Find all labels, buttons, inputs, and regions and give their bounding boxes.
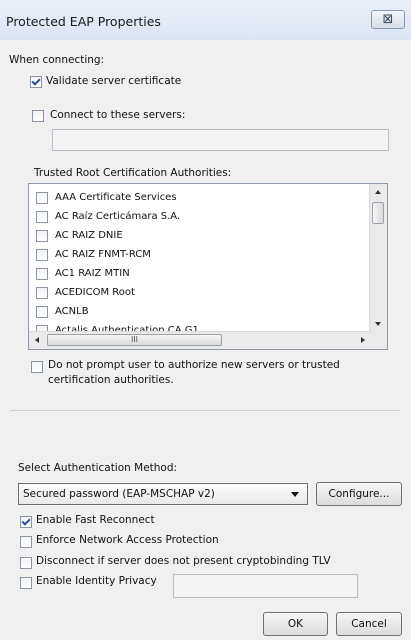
ca-label: AC RAIZ FNMT-RCM [55, 249, 151, 260]
ca-label: ACEDICOM Root [55, 287, 135, 298]
ca-checkbox[interactable] [36, 286, 48, 299]
auth-method-heading: Select Authentication Method: [18, 462, 178, 474]
vertical-scrollbar[interactable] [369, 184, 387, 332]
scrollbar-corner [370, 332, 387, 349]
horizontal-scrollbar[interactable]: III [29, 331, 371, 349]
nap-label: Enforce Network Access Protection [36, 534, 219, 546]
fast-reconnect-label: Enable Fast Reconnect [36, 514, 155, 526]
no-prompt-checkbox[interactable] [31, 361, 43, 373]
scroll-right-icon[interactable] [361, 337, 365, 343]
connect-servers-checkbox[interactable] [32, 110, 44, 122]
ok-button[interactable]: OK [263, 612, 328, 636]
list-item[interactable]: AC Raíz Certicámara S.A. [29, 207, 369, 226]
ca-checkbox[interactable] [36, 210, 48, 223]
servers-input[interactable] [52, 129, 389, 151]
close-button[interactable]: ⊠ [371, 10, 405, 29]
connect-servers-label: Connect to these servers: [50, 109, 186, 121]
when-connecting-heading: When connecting: [9, 54, 105, 66]
title-bar: Protected EAP Properties ⊠ [0, 0, 411, 40]
window-title: Protected EAP Properties [6, 14, 161, 29]
chevron-down-icon [291, 492, 299, 497]
identity-privacy-input[interactable] [173, 574, 358, 598]
list-item[interactable]: AC RAIZ FNMT-RCM [29, 245, 369, 264]
ca-label: AC Raíz Certicámara S.A. [55, 211, 181, 222]
ca-checkbox[interactable] [36, 248, 48, 261]
validate-cert-label: Validate server certificate [46, 75, 182, 87]
vertical-scroll-thumb[interactable] [372, 202, 384, 224]
list-item[interactable]: ACNLB [29, 302, 369, 321]
ca-label: AC1 RAIZ MTIN [55, 268, 130, 279]
scroll-up-icon[interactable] [375, 190, 381, 194]
horizontal-scroll-thumb[interactable]: III [47, 334, 222, 346]
section-divider [10, 410, 400, 411]
cancel-button[interactable]: Cancel [336, 612, 402, 636]
ca-label: AAA Certificate Services [55, 192, 177, 203]
ca-label: ACNLB [55, 306, 89, 317]
list-item[interactable]: AC RAIZ DNIE [29, 226, 369, 245]
no-prompt-label-line2: certification authorities. [48, 374, 174, 386]
cryptobinding-label: Disconnect if server does not present cr… [36, 555, 331, 567]
scroll-down-icon[interactable] [375, 322, 381, 326]
auth-method-value: Secured password (EAP-MSCHAP v2) [23, 488, 215, 500]
list-item[interactable]: ACEDICOM Root [29, 283, 369, 302]
trusted-ca-list[interactable]: AAA Certificate Services AC Raíz Certicá… [28, 183, 388, 350]
no-prompt-label-line1: Do not prompt user to authorize new serv… [48, 359, 340, 371]
ca-checkbox[interactable] [36, 305, 48, 318]
identity-privacy-checkbox[interactable] [20, 577, 32, 589]
eap-properties-dialog: Protected EAP Properties ⊠ When connecti… [0, 0, 411, 640]
validate-cert-checkbox[interactable] [30, 76, 42, 88]
identity-privacy-label: Enable Identity Privacy [36, 575, 157, 587]
scroll-left-icon[interactable] [35, 337, 39, 343]
ca-checkbox[interactable] [36, 229, 48, 242]
close-icon: ⊠ [382, 12, 394, 27]
ca-label: AC RAIZ DNIE [55, 230, 123, 241]
trusted-ca-heading: Trusted Root Certification Authorities: [34, 167, 232, 179]
nap-checkbox[interactable] [20, 536, 32, 548]
cryptobinding-checkbox[interactable] [20, 557, 32, 569]
fast-reconnect-checkbox[interactable] [20, 516, 32, 528]
ca-checkbox[interactable] [36, 267, 48, 280]
auth-method-select[interactable]: Secured password (EAP-MSCHAP v2) [18, 483, 308, 505]
ca-checkbox[interactable] [36, 191, 48, 204]
list-item[interactable]: AC1 RAIZ MTIN [29, 264, 369, 283]
configure-button[interactable]: Configure... [316, 482, 402, 506]
list-item[interactable]: AAA Certificate Services [29, 188, 369, 207]
